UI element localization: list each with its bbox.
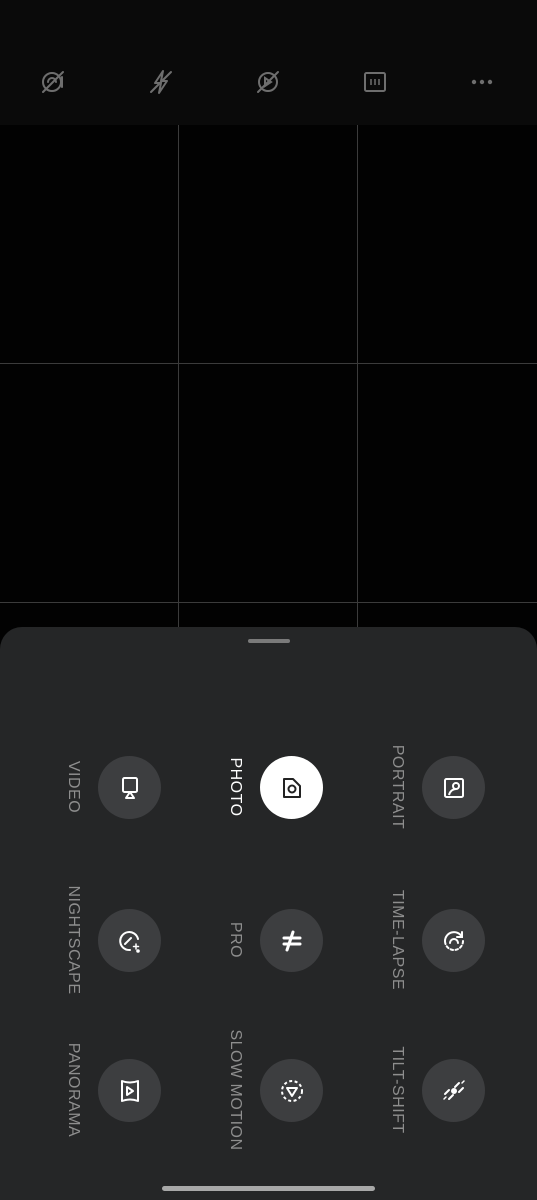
- grid-line: [0, 602, 537, 603]
- mode-panorama[interactable]: PANORAMA: [30, 1020, 205, 1160]
- portrait-mode-button[interactable]: [422, 756, 485, 819]
- slow-motion-icon: [280, 1079, 303, 1102]
- mode-slow-motion[interactable]: SLOW MOTION: [192, 1020, 367, 1160]
- mode-video[interactable]: VIDEO: [30, 717, 205, 857]
- viewfinder[interactable]: [0, 125, 537, 645]
- mode-label: PORTRAIT: [389, 744, 406, 830]
- photo-mode-button[interactable]: [260, 756, 323, 819]
- grid-line: [178, 125, 179, 645]
- nightscape-icon: [118, 930, 140, 953]
- no-hdr-icon: [42, 71, 64, 93]
- tilt-shift-mode-button[interactable]: [422, 1059, 485, 1122]
- tilt-shift-icon: [442, 1079, 465, 1100]
- camera-screen: VIDEO PHOTO PORTRAIT NIGHTSCAPE PRO TIME…: [0, 0, 537, 1200]
- mode-selection-sheet: VIDEO PHOTO PORTRAIT NIGHTSCAPE PRO TIME…: [0, 627, 537, 1200]
- aspect-ratio-button[interactable]: [353, 60, 397, 104]
- flash-toggle-button[interactable]: [139, 60, 183, 104]
- mode-label: PRO: [227, 921, 244, 959]
- mode-label: TIME-LAPSE: [389, 889, 406, 991]
- mode-pro[interactable]: PRO: [192, 870, 367, 1010]
- mode-nightscape[interactable]: NIGHTSCAPE: [30, 870, 205, 1010]
- grid-line: [357, 125, 358, 645]
- grid-line: [0, 363, 537, 364]
- mode-timelapse[interactable]: TIME-LAPSE: [354, 870, 529, 1010]
- slow-motion-mode-button[interactable]: [260, 1059, 323, 1122]
- pro-mode-icon: [282, 930, 301, 951]
- sheet-drag-handle[interactable]: [248, 639, 290, 643]
- mode-label: PANORAMA: [65, 1042, 82, 1138]
- mode-label: SLOW MOTION: [227, 1029, 244, 1151]
- mode-tilt-shift[interactable]: TILT-SHIFT: [354, 1020, 529, 1160]
- motion-toggle-button[interactable]: [246, 60, 290, 104]
- gesture-navigation-bar[interactable]: [162, 1186, 375, 1191]
- timelapse-icon: [443, 930, 464, 951]
- video-mode-button[interactable]: [98, 756, 161, 819]
- mode-label: PHOTO: [227, 757, 244, 817]
- more-dots-icon: [471, 79, 493, 85]
- aspect-ratio-icon: [364, 72, 386, 92]
- no-motion-icon: [257, 71, 279, 93]
- video-camera-icon: [121, 776, 138, 799]
- mode-portrait[interactable]: PORTRAIT: [354, 717, 529, 857]
- hdr-toggle-button[interactable]: [31, 60, 75, 104]
- nightscape-mode-button[interactable]: [98, 909, 161, 972]
- portrait-icon: [443, 777, 464, 798]
- panorama-mode-button[interactable]: [98, 1059, 161, 1122]
- camera-icon: [282, 777, 301, 798]
- mode-label: TILT-SHIFT: [389, 1046, 406, 1134]
- mode-label: NIGHTSCAPE: [65, 885, 82, 995]
- mode-label: VIDEO: [65, 760, 82, 814]
- flash-off-icon: [150, 70, 172, 94]
- top-toolbar: [0, 0, 537, 125]
- more-options-button[interactable]: [460, 60, 504, 104]
- pro-mode-button[interactable]: [260, 909, 323, 972]
- timelapse-mode-button[interactable]: [422, 909, 485, 972]
- mode-photo[interactable]: PHOTO: [192, 717, 367, 857]
- panorama-icon: [120, 1079, 139, 1102]
